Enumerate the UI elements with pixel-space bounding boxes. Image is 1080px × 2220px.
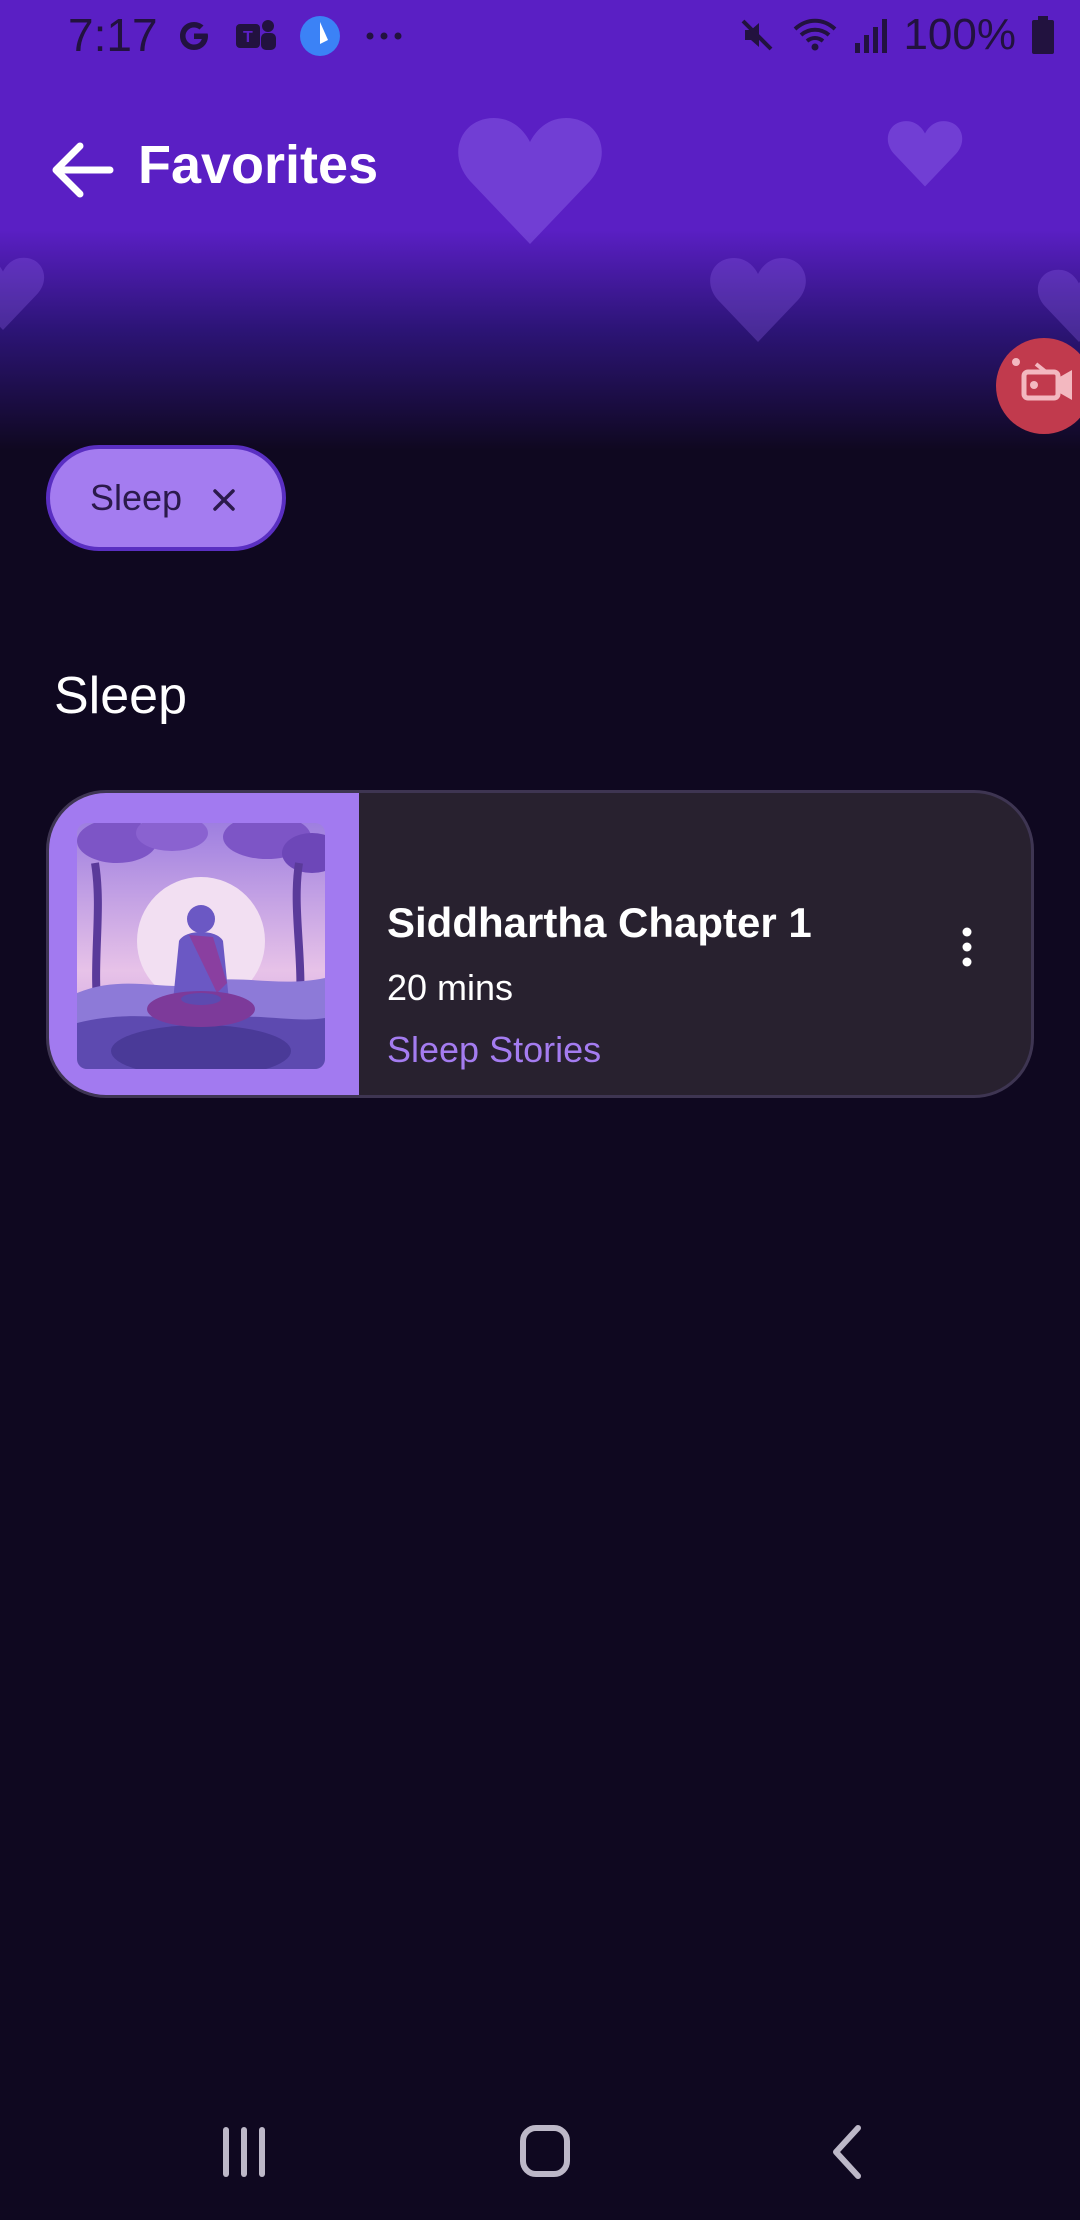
filter-chip-sleep[interactable]: Sleep: [46, 445, 286, 551]
arrow-left-icon: [52, 142, 114, 198]
app-bar: Favorites: [0, 120, 1080, 216]
screen-record-button[interactable]: [996, 338, 1080, 434]
chip-label: Sleep: [90, 477, 183, 518]
meditating-monk-thumbnail: [77, 823, 325, 1069]
home-button[interactable]: [505, 2122, 585, 2182]
svg-text:T: T: [243, 29, 253, 46]
more-vertical-icon: [962, 927, 972, 967]
recent-apps-icon: [223, 2127, 265, 2177]
status-icons-right: 100%: [737, 10, 1056, 60]
wifi-icon: [794, 18, 837, 51]
favorite-card[interactable]: Siddhartha Chapter 1 20 mins Sleep Stori…: [46, 790, 1034, 1098]
status-icons-left: T: [174, 14, 406, 58]
card-title: Siddhartha Chapter 1: [387, 899, 812, 946]
video-record-icon: [1012, 358, 1072, 401]
more-dots-icon: [366, 32, 402, 40]
mute-icon: [742, 19, 773, 51]
recent-apps-button[interactable]: [206, 2122, 286, 2182]
close-icon[interactable]: [210, 486, 238, 514]
card-menu-button[interactable]: [947, 925, 987, 969]
status-time: 7:17: [68, 9, 158, 61]
battery-icon: [1032, 16, 1054, 54]
google-icon: [180, 22, 208, 50]
section-title: Sleep: [54, 667, 187, 725]
page-title: Favorites: [138, 135, 379, 195]
heart-decoration: [710, 258, 806, 342]
signal-icon: [855, 19, 888, 53]
card-duration: 20 mins: [387, 967, 514, 1008]
teams-icon: T: [236, 20, 276, 50]
card-category: Sleep Stories: [387, 1029, 602, 1070]
nav-back-button[interactable]: [806, 2122, 886, 2182]
app-icon: [300, 16, 340, 56]
heart-decoration: [0, 257, 45, 330]
battery-percent: 100%: [903, 10, 1016, 59]
home-icon: [520, 2125, 570, 2177]
status-bar: 7:17 T 100%: [0, 0, 1080, 72]
back-button[interactable]: [46, 138, 120, 202]
heart-decoration: [1037, 269, 1080, 342]
back-icon: [833, 2125, 861, 2179]
system-nav-bar: [0, 2080, 1080, 2220]
